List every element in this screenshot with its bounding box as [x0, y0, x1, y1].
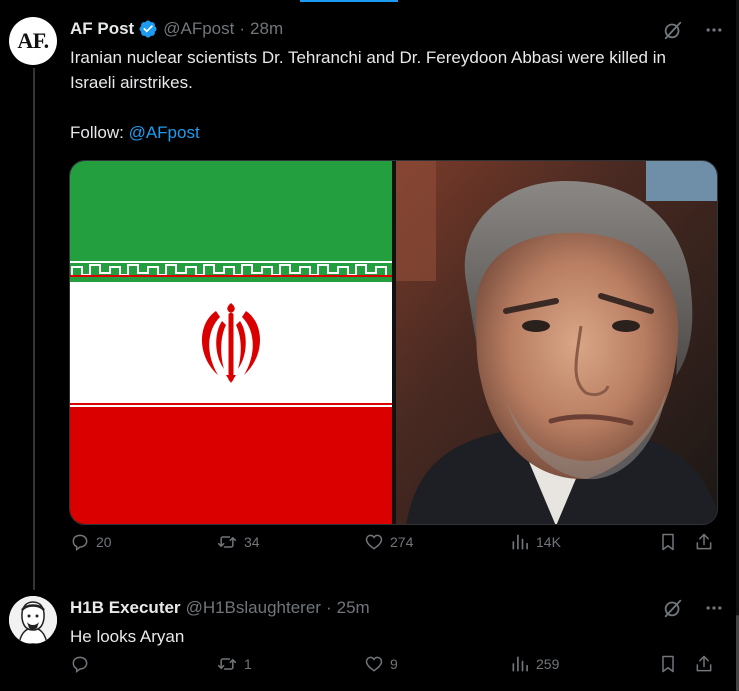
repost-icon: [217, 658, 237, 670]
tweet-header: AF Post @AFpost · 28m: [70, 19, 283, 39]
avatar-image: [9, 596, 57, 644]
bookmark-button[interactable]: [658, 532, 678, 552]
flag-kufic-border-top: [70, 261, 392, 277]
tweet-media[interactable]: [69, 160, 718, 525]
views-icon: [512, 656, 528, 672]
share-icon: [696, 655, 712, 672]
reply-author-handle[interactable]: @H1Bslaughterer: [186, 598, 321, 618]
share-icon: [696, 533, 712, 550]
reply-timestamp[interactable]: 25m: [337, 598, 370, 618]
reply-icon: [72, 534, 88, 551]
thread-connector-line: [33, 68, 35, 590]
like-count: 9: [390, 656, 398, 672]
views-icon: [512, 534, 528, 550]
bookmark-button[interactable]: [658, 654, 678, 674]
timestamp[interactable]: 28m: [250, 19, 283, 39]
bookmark-icon: [662, 533, 674, 551]
more-icon[interactable]: [704, 598, 724, 618]
reply-author-name[interactable]: H1B Executer: [70, 598, 181, 618]
reply-button[interactable]: [70, 654, 96, 674]
like-count: 274: [390, 534, 414, 550]
avatar-logo-text: AF.: [17, 28, 49, 53]
reply-top-actions: [662, 597, 724, 619]
author-name[interactable]: AF Post: [70, 19, 134, 39]
views-count: 14K: [536, 534, 561, 550]
scientist-portrait-image[interactable]: [396, 161, 717, 524]
active-tab-indicator: [300, 0, 398, 2]
separator-dot: ·: [239, 19, 246, 38]
reply-icon: [72, 656, 88, 673]
more-icon[interactable]: [704, 20, 724, 40]
iran-flag-image[interactable]: [70, 161, 392, 524]
verified-badge-icon: [139, 20, 157, 38]
views-button[interactable]: 14K: [510, 532, 561, 552]
flag-kufic-border-bottom: [70, 405, 392, 420]
reply-count: 20: [96, 534, 112, 550]
repost-button[interactable]: 34: [216, 532, 260, 552]
follow-line: Follow: @AFpost: [70, 120, 710, 145]
grok-icon[interactable]: [662, 597, 684, 619]
tweet-top-actions: [662, 19, 724, 41]
like-button[interactable]: 274: [364, 532, 413, 552]
portrait-photo: [396, 161, 717, 524]
like-icon: [365, 534, 383, 550]
like-button[interactable]: 9: [364, 654, 398, 674]
like-icon: [365, 656, 383, 672]
avatar-af-post[interactable]: AF.: [9, 17, 57, 65]
repost-count: 1: [244, 656, 252, 672]
repost-button[interactable]: 1: [216, 654, 252, 674]
follow-link[interactable]: @AFpost: [129, 123, 200, 142]
author-handle[interactable]: @AFpost: [163, 19, 234, 39]
share-button[interactable]: [694, 654, 714, 674]
grok-icon[interactable]: [662, 19, 684, 41]
views-button[interactable]: 259: [510, 654, 559, 674]
views-count: 259: [536, 656, 560, 672]
reply-button[interactable]: 20: [70, 532, 112, 552]
repost-icon: [217, 536, 237, 548]
repost-count: 34: [244, 534, 260, 550]
iran-emblem-icon: [202, 303, 260, 383]
tweet-text: Iranian nuclear scientists Dr. Tehranchi…: [70, 45, 710, 145]
tweet-body: Iranian nuclear scientists Dr. Tehranchi…: [70, 48, 666, 92]
reply-separator-dot: ·: [325, 598, 332, 617]
bookmark-icon: [662, 655, 674, 673]
reply-body: He looks Aryan: [70, 627, 185, 646]
reply-header: H1B Executer @H1Bslaughterer · 25m: [70, 598, 370, 618]
share-button[interactable]: [694, 532, 714, 552]
avatar-h1b-executer[interactable]: [9, 596, 57, 644]
follow-prefix: Follow:: [70, 123, 129, 142]
